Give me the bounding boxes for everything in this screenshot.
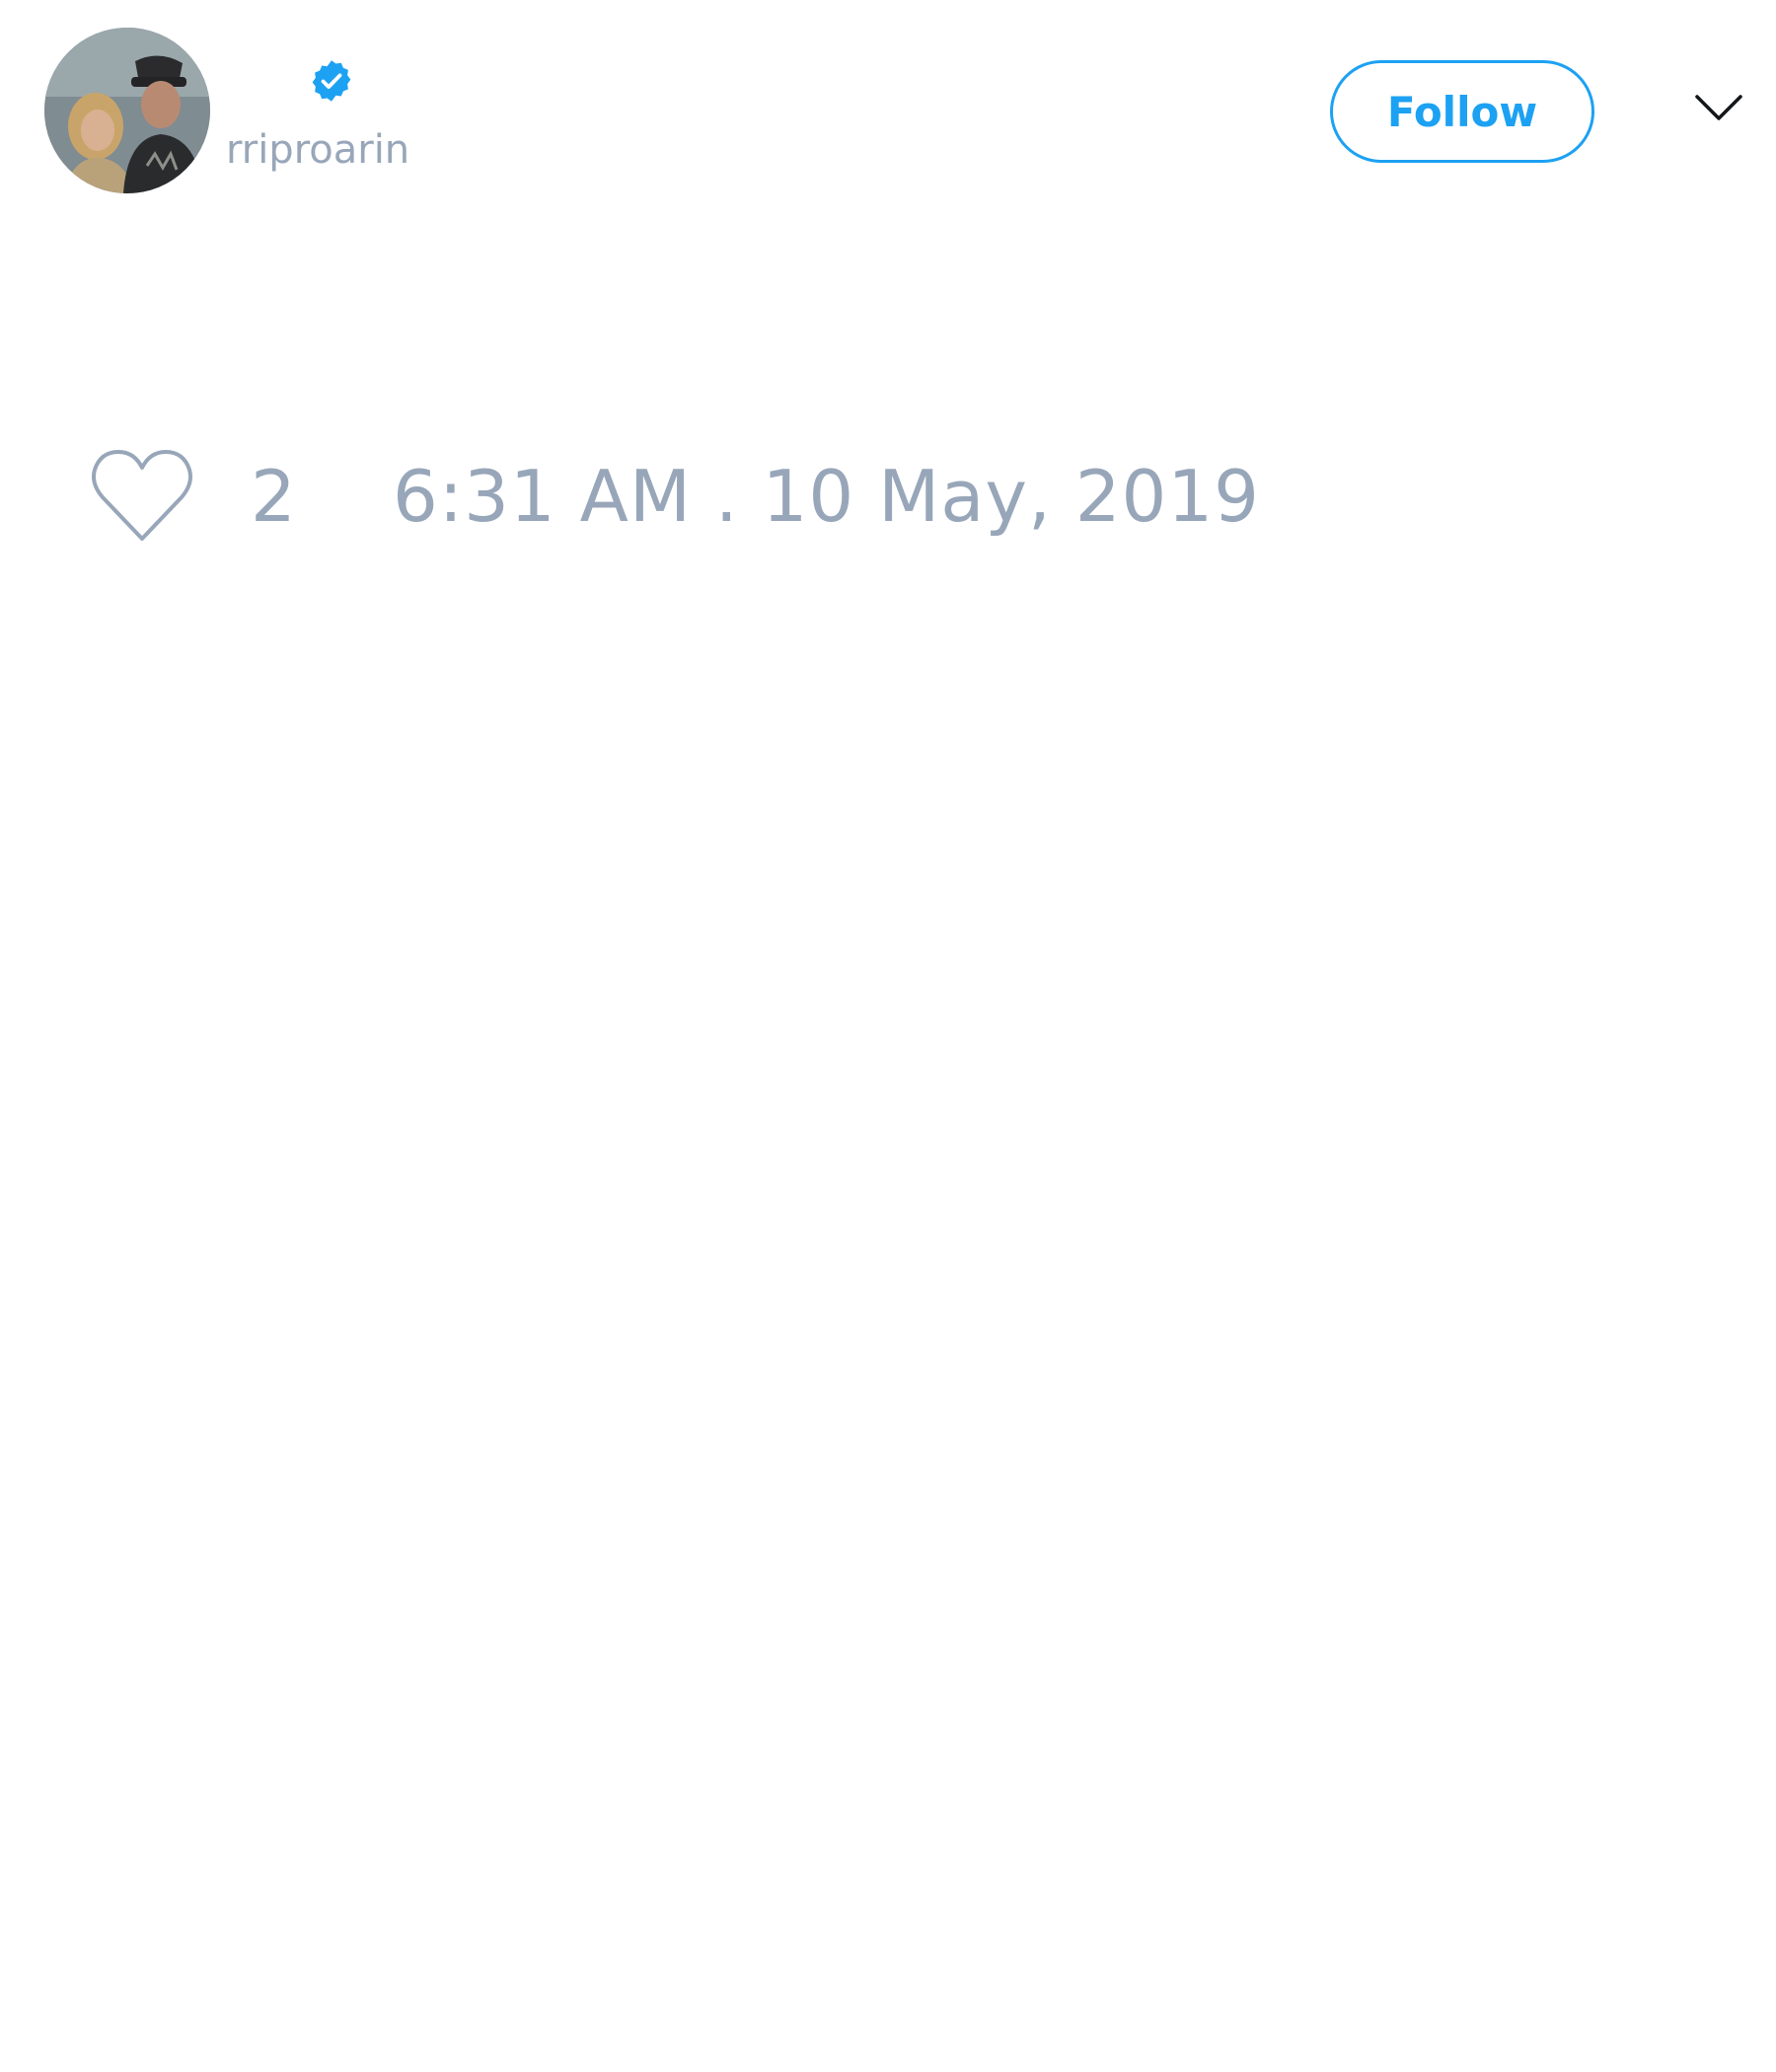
tweet-timestamp[interactable]: 6:31 AM . 10 May, 2019 [393,457,1260,536]
like-count: 2 [251,455,296,538]
avatar[interactable] [44,28,210,193]
chevron-down-icon[interactable] [1693,89,1744,128]
follow-button[interactable]: Follow [1330,60,1594,163]
avatar-photo [44,28,210,193]
user-handle[interactable]: rriproarin [226,124,409,176]
heart-outline-icon[interactable] [89,448,195,543]
tweet-card: rriproarin Follow 2 6:31 AM . 10 May, 20… [0,0,1776,2072]
verified-badge-icon [312,60,351,102]
